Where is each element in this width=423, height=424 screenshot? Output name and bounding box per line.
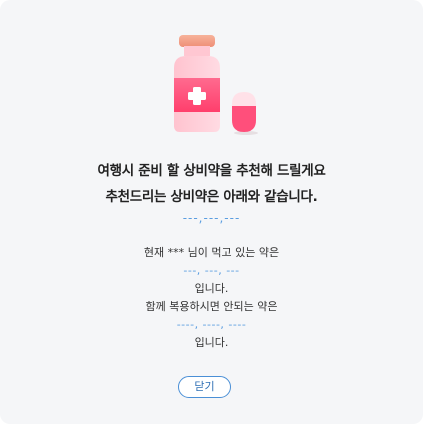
contraindicated-text: 함께 복용하시면 안되는 약은: [145, 300, 278, 313]
current-meds-placeholder: ---, ---, ---: [183, 264, 240, 277]
contraindicated-suffix: 입니다.: [194, 336, 229, 349]
current-meds-text: 현재 *** 님이 먹고 있는 약은: [143, 246, 280, 259]
medicine-bottle-icon: [174, 35, 258, 135]
headline-line-2: 추천드리는 상비약은 아래와 같습니다.: [105, 189, 318, 205]
dialog-headline: 여행시 준비 할 상비약을 추천해 드릴게요 추천드리는 상비약은 아래와 같습…: [0, 158, 423, 210]
current-meds-suffix: 입니다.: [194, 282, 229, 295]
headline-line-1: 여행시 준비 할 상비약을 추천해 드릴게요: [97, 163, 326, 179]
bottle-cap: [179, 35, 215, 47]
recommendation-dialog: 여행시 준비 할 상비약을 추천해 드릴게요 추천드리는 상비약은 아래와 같습…: [0, 0, 423, 424]
close-button[interactable]: 닫기: [178, 376, 231, 398]
recommended-medicines-placeholder: ---,---,---: [182, 211, 241, 225]
capsule-icon: [232, 92, 256, 106]
contraindicated-placeholder: ----, ----, ----: [176, 318, 247, 331]
dialog-body: 현재 *** 님이 먹고 있는 약은 ---, ---, --- 입니다. 함께…: [0, 244, 423, 352]
